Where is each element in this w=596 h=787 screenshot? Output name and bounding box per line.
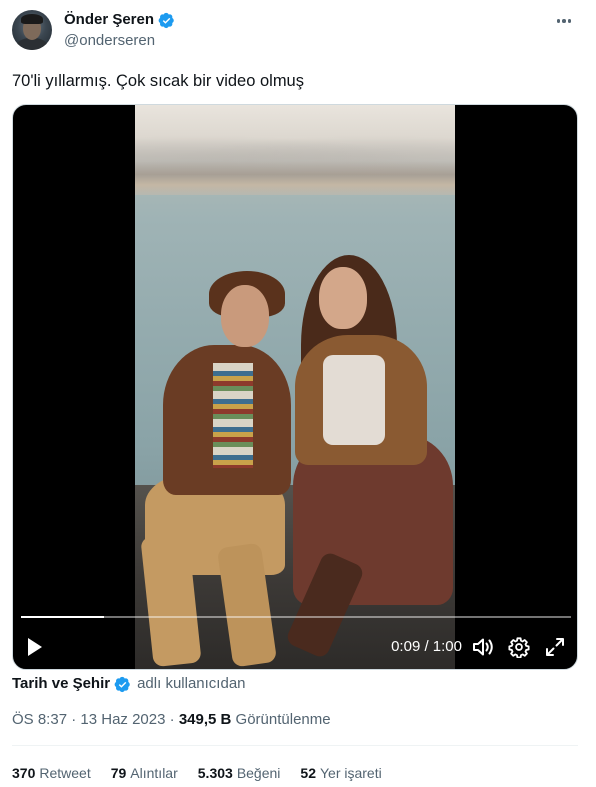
- video-frame: [135, 105, 455, 669]
- more-options-icon[interactable]: [552, 10, 576, 32]
- quotes-stat[interactable]: 79 Alıntılar: [111, 763, 178, 783]
- tweet-stats: 370 Retweet 79 Alıntılar 5.303 Beğeni 52…: [12, 763, 382, 783]
- divider: [12, 745, 578, 746]
- video-controls: 0:09 / 1:00: [13, 629, 577, 665]
- likes-stat[interactable]: 5.303 Beğeni: [198, 763, 281, 783]
- video-source-attribution: Tarih ve Şehir adlı kullanıcıdan: [12, 674, 246, 694]
- play-icon[interactable]: [23, 635, 47, 659]
- video-progress-fill: [21, 616, 104, 618]
- bookmarks-stat[interactable]: 52 Yer işareti: [300, 763, 381, 783]
- retweets-label: Retweet: [39, 765, 91, 781]
- quotes-count: 79: [110, 765, 127, 781]
- meta-separator: ·: [169, 711, 175, 728]
- views-label: Görüntülenme: [235, 711, 331, 728]
- tweet-header: Önder Şeren @onderseren: [12, 10, 584, 52]
- source-suffix: adlı kullanıcıdan: [137, 675, 246, 692]
- verified-badge-icon: [114, 676, 130, 692]
- verified-badge-icon: [158, 12, 174, 28]
- views-count: 349,5 B: [178, 711, 232, 728]
- fullscreen-icon[interactable]: [542, 635, 568, 659]
- volume-icon[interactable]: [470, 635, 496, 659]
- likes-label: Beğeni: [236, 765, 281, 781]
- meta-separator: ·: [71, 711, 77, 728]
- tweet-date[interactable]: 13 Haz 2023: [80, 711, 165, 728]
- tweet-time[interactable]: ÖS 8:37: [12, 711, 67, 728]
- author-name-row: Önder Şeren: [64, 11, 175, 29]
- tweet-meta: ÖS 8:37 · 13 Haz 2023 · 349,5 B Görüntül…: [12, 710, 331, 730]
- bookmarks-count: 52: [300, 765, 316, 781]
- author-handle[interactable]: @onderseren: [64, 32, 155, 50]
- likes-count: 5.303: [197, 765, 233, 781]
- tweet-text: 70'li yıllarmış. Çok sıcak bir video olm…: [12, 72, 304, 90]
- video-progress-bar[interactable]: [21, 616, 571, 618]
- gear-icon[interactable]: [506, 635, 532, 659]
- bookmarks-label: Yer işareti: [319, 765, 382, 781]
- avatar[interactable]: [12, 10, 52, 50]
- author-name[interactable]: Önder Şeren: [64, 11, 154, 29]
- video-time: 0:09 / 1:00: [391, 638, 462, 655]
- quotes-label: Alıntılar: [130, 765, 178, 781]
- video-player[interactable]: 0:09 / 1:00: [12, 104, 578, 670]
- retweets-count: 370: [12, 765, 36, 781]
- retweets-stat[interactable]: 370 Retweet: [12, 763, 91, 783]
- source-name[interactable]: Tarih ve Şehir: [12, 674, 110, 694]
